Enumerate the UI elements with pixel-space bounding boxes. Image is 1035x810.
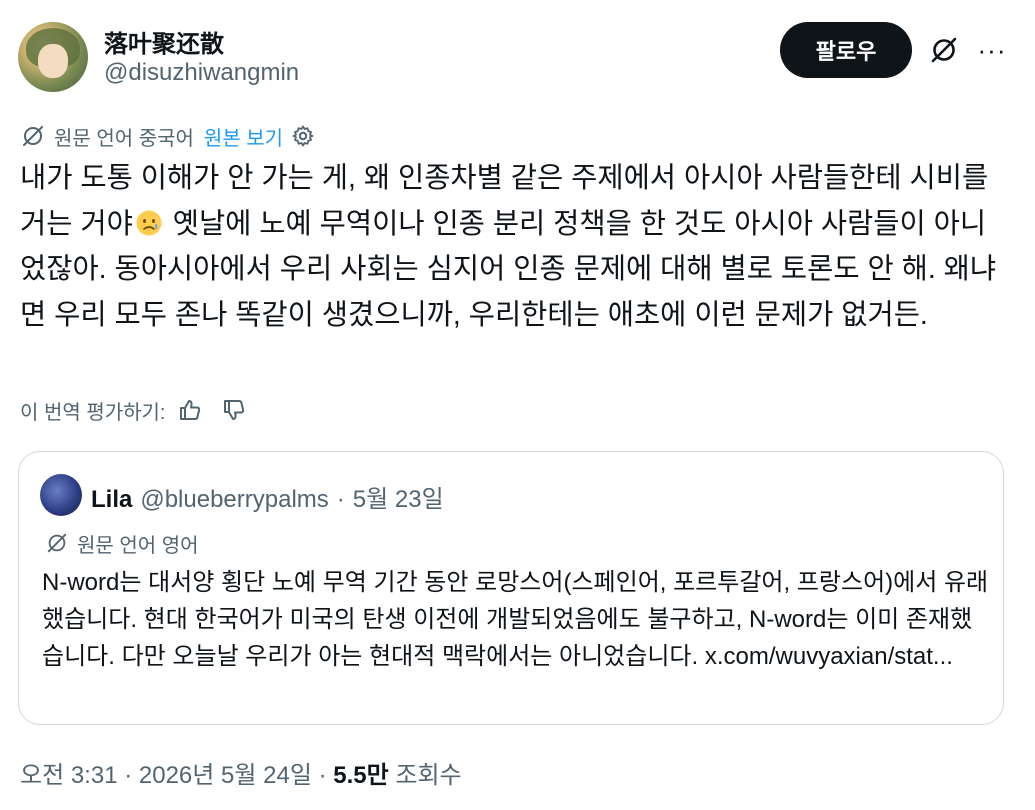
views-label: 조회수 <box>395 762 462 789</box>
quoted-author-handle[interactable]: @blueberrypalms <box>140 486 328 514</box>
rate-translation: 이 번역 평가하기: <box>20 392 247 428</box>
author-handle[interactable]: @disuzhiwangmin <box>104 59 299 87</box>
tweet-text-part2: 옛날에 노예 무역이나 인종 분리 정책을 한 것도 아시아 사람들이 아니었잖… <box>20 207 997 331</box>
sad-sweat-face-emoji-icon <box>136 210 162 235</box>
quoted-author-avatar[interactable] <box>40 474 82 516</box>
grok-button[interactable] <box>924 30 964 70</box>
author-avatar[interactable] <box>18 22 88 92</box>
gear-icon[interactable] <box>291 124 315 148</box>
thumbs-down-icon[interactable] <box>221 397 247 423</box>
meta-separator: · <box>318 762 327 789</box>
quoted-tweet-text: N-word는 대서양 횡단 노예 무역 기간 동안 로망스어(스페인어, 포르… <box>42 569 989 670</box>
quoted-tweet-card[interactable]: Lila @blueberrypalms · 5월 23일 원문 언어 영어 N… <box>18 451 1004 725</box>
author-display-name[interactable]: 落叶聚还散 <box>104 24 224 59</box>
quoted-translation-label: 원문 언어 영어 <box>77 534 199 557</box>
rate-translation-label: 이 번역 평가하기: <box>20 401 166 424</box>
tweet-meta: 오전 3:31 · 2026년 5월 24일 · 5.5만 조회수 <box>20 755 462 790</box>
more-options-button[interactable]: ··· <box>974 30 1010 70</box>
grok-icon <box>931 37 957 63</box>
quoted-separator: · <box>336 486 345 513</box>
follow-button[interactable]: 팔로우 <box>780 22 912 78</box>
tweet-text: 내가 도통 이해가 안 가는 게, 왜 인종차별 같은 주제에서 아시아 사람들… <box>20 156 1010 338</box>
translation-source-label: 원문 언어 중국어 <box>54 127 194 150</box>
tweet-date[interactable]: 2026년 5월 24일 <box>139 762 312 789</box>
views-count: 5.5만 <box>333 762 389 789</box>
translation-notice: 원문 언어 중국어 원본 보기 <box>20 120 315 152</box>
thumbs-up-icon[interactable] <box>177 397 203 423</box>
translate-icon <box>47 533 67 553</box>
quoted-tweet-header: Lila @blueberrypalms · 5월 23일 <box>91 479 444 514</box>
tweet-time[interactable]: 오전 3:31 <box>20 762 118 789</box>
quoted-translation-notice: 원문 언어 영어 <box>45 528 199 558</box>
show-original-link[interactable]: 원본 보기 <box>204 122 283 151</box>
avatar-face <box>38 44 68 78</box>
meta-separator: · <box>124 762 133 789</box>
translate-icon <box>23 126 43 146</box>
quoted-author-name[interactable]: Lila <box>91 486 132 514</box>
quoted-date[interactable]: 5월 23일 <box>353 479 444 514</box>
